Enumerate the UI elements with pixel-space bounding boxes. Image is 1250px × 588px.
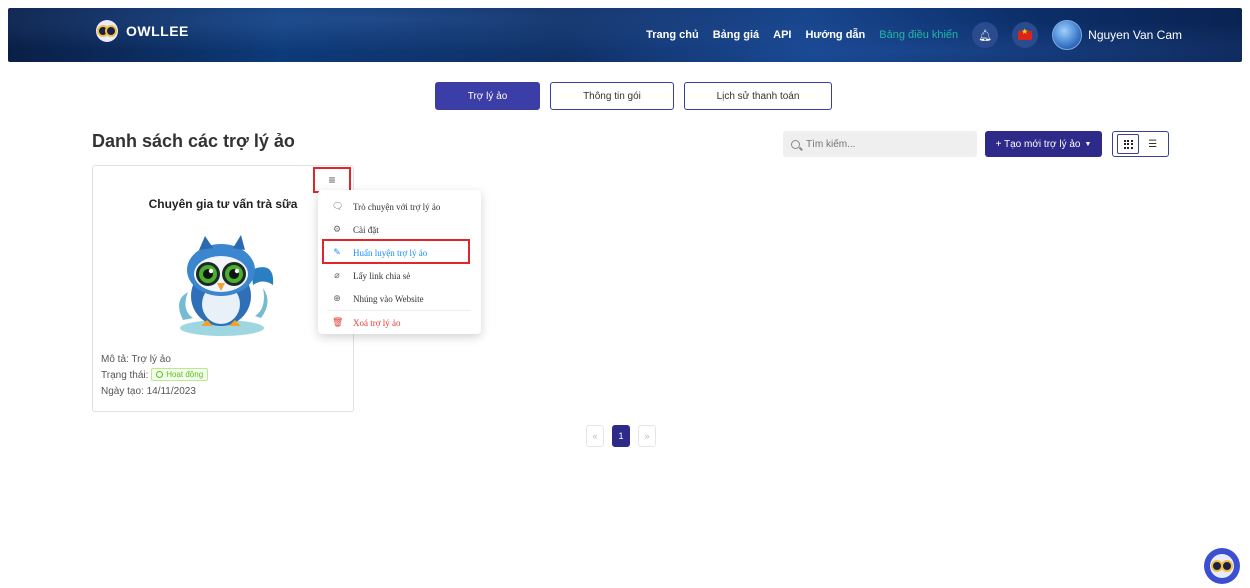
menu-item-label: Xoá trợ lý ảo	[353, 317, 401, 328]
menu-item-label: Lấy link chia sẻ	[353, 270, 411, 281]
next-page-button[interactable]: »	[638, 425, 656, 447]
tab-package-info[interactable]: Thông tin gói	[550, 82, 674, 110]
chat-widget-button[interactable]	[1204, 548, 1240, 584]
nav-dashboard[interactable]: Bảng điều khiển	[879, 29, 958, 41]
language-button[interactable]	[1012, 22, 1039, 48]
menu-item-label: Nhúng vào Website	[353, 293, 424, 304]
search-icon	[791, 139, 800, 149]
tab-payment-history[interactable]: Lịch sử thanh toán	[684, 82, 832, 110]
user-menu[interactable]: Nguyen Van Cam	[1052, 20, 1182, 50]
page-button-current[interactable]: 1	[612, 425, 630, 447]
tab-assistants[interactable]: Trợ lý ảo	[435, 82, 540, 110]
grid-icon	[1123, 139, 1133, 149]
top-header: OWLLEE Trang chủ Bảng giá API Hướng dẫn …	[8, 8, 1242, 62]
list-icon: ☰	[1148, 138, 1158, 150]
menu-item-label: Cài đặt	[353, 224, 379, 235]
caret-down-icon: ▼	[1084, 140, 1092, 148]
status-label: Trạng thái:	[101, 370, 149, 381]
nav-pricing[interactable]: Bảng giá	[713, 29, 759, 41]
assistant-created-date: Ngày tạo: 14/11/2023	[101, 386, 196, 397]
brand-name: OWLLEE	[126, 23, 189, 39]
globe-icon: ⊕	[333, 293, 341, 304]
check-circle-icon	[156, 371, 164, 378]
gear-icon: ⚙︎	[332, 224, 342, 235]
highlight-annotation-box	[322, 239, 470, 264]
page-title: Danh sách các trợ lý ảo	[92, 131, 295, 151]
menu-item-label: Trò chuyện với trợ lý ảo	[353, 201, 441, 212]
status-value: Hoạt động	[166, 369, 204, 379]
menu-item-settings[interactable]: ⚙︎ Cài đặt	[318, 218, 481, 241]
prev-page-button[interactable]: «	[586, 425, 604, 447]
avatar	[1052, 20, 1083, 50]
paperclip-icon: ⌀	[334, 270, 340, 281]
nav-api[interactable]: API	[773, 29, 791, 41]
menu-item-delete[interactable]: 🗑︎ Xoá trợ lý ảo	[318, 311, 481, 334]
assistant-card[interactable]: Chuyên gia tư vấn trà sữa Mô tả: Trợ lý …	[92, 165, 354, 412]
chat-icon: 🗨︎	[332, 201, 344, 212]
assistant-status-row: Trạng thái: Hoạt động	[101, 368, 209, 384]
pagination: « 1 »	[586, 425, 656, 447]
page-tabs: Trợ lý ảo Thông tin gói Lịch sử thanh to…	[435, 82, 832, 110]
search-box[interactable]	[783, 131, 977, 157]
create-assistant-button[interactable]: + Tạo mới trợ lý ảo ▼	[985, 131, 1102, 157]
list-view-button[interactable]: ☰	[1142, 134, 1164, 154]
nav-guide[interactable]: Hướng dẫn	[805, 29, 865, 41]
bell-icon: 🔔︎	[978, 29, 993, 42]
grid-view-button[interactable]	[1117, 134, 1140, 154]
owl-mascot-image	[179, 235, 274, 336]
notification-button[interactable]: 🔔︎	[972, 22, 999, 48]
main-nav: Trang chủ Bảng giá API Hướng dẫn Bảng đi…	[646, 8, 1182, 62]
assistant-title: Chuyên gia tư vấn trà sữa	[148, 197, 298, 211]
nav-home[interactable]: Trang chủ	[646, 29, 699, 41]
view-toggle: ☰	[1112, 131, 1169, 157]
menu-item-share-link[interactable]: ⌀ Lấy link chia sẻ	[318, 264, 481, 287]
owl-chatbot-icon	[1210, 554, 1234, 578]
vietnam-flag-icon	[1018, 27, 1033, 40]
hamburger-icon: ≡	[328, 173, 336, 187]
search-input[interactable]	[806, 138, 956, 150]
brand-logo[interactable]: OWLLEE	[96, 20, 189, 42]
create-assistant-label: + Tạo mới trợ lý ảo	[995, 138, 1081, 150]
user-name: Nguyen Van Cam	[1088, 28, 1182, 42]
owl-logo-icon	[96, 20, 118, 42]
assistant-meta: Mô tả: Trợ lý ảo Trạng thái: Hoạt động N…	[101, 352, 209, 400]
menu-item-embed[interactable]: ⊕ Nhúng vào Website	[318, 287, 481, 310]
status-badge: Hoạt động	[151, 368, 209, 381]
menu-item-chat[interactable]: 🗨︎ Trò chuyện với trợ lý ảo	[318, 195, 481, 218]
trash-icon: 🗑︎	[332, 317, 344, 328]
